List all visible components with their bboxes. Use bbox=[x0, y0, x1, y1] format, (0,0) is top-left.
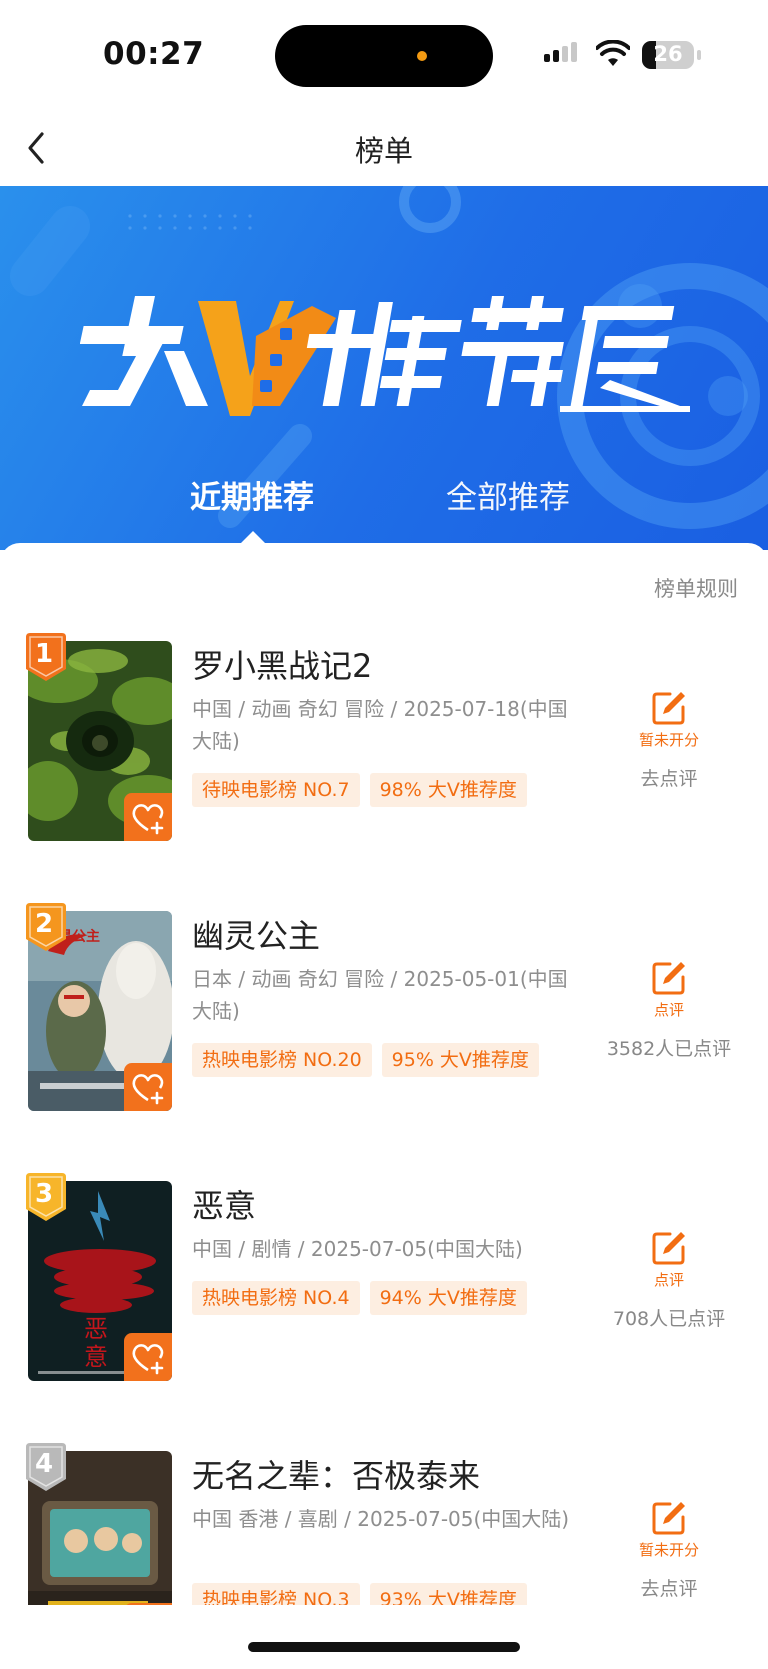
movie-meta: 中国 / 动画 奇幻 冒险 / 2025-07-18(中国大陆) bbox=[192, 697, 568, 753]
nav-bar: 榜单 bbox=[0, 110, 768, 186]
svg-text:意: 意 bbox=[84, 1343, 108, 1371]
rate-button[interactable]: 点评 708人已点评 bbox=[600, 1229, 738, 1331]
banner: 近期推荐 全部推荐 bbox=[0, 186, 768, 550]
rate-button[interactable]: 暂未开分 去点评 bbox=[600, 1499, 738, 1601]
recommend-tag: 98% 大V推荐度 bbox=[369, 773, 527, 807]
status-bar: 00:27 26 bbox=[0, 0, 768, 110]
edit-icon bbox=[652, 1502, 685, 1535]
rank-badge: 1 bbox=[24, 633, 68, 681]
tab-recent[interactable]: 近期推荐 bbox=[190, 472, 314, 517]
heart-plus-icon[interactable] bbox=[124, 1063, 172, 1111]
tag-row: 热映电影榜 NO.4 94% 大V推荐度 bbox=[192, 1281, 537, 1315]
rank-badge: 3 bbox=[24, 1173, 68, 1221]
dynamic-island bbox=[275, 25, 493, 87]
rate-count: 3582人已点评 bbox=[606, 1038, 732, 1060]
movie-meta: 中国 香港 / 喜剧 / 2025-07-05(中国大陆) bbox=[192, 1507, 570, 1531]
movie-meta: 中国 / 剧情 / 2025-07-05(中国大陆) bbox=[192, 1237, 523, 1261]
tab-active-indicator bbox=[241, 531, 265, 543]
chart-rank-tag: 热映电影榜 NO.3 bbox=[192, 1583, 360, 1605]
chart-rank-tag: 热映电影榜 NO.20 bbox=[192, 1043, 372, 1077]
rank-badge: 4 bbox=[24, 1443, 68, 1491]
home-indicator[interactable] bbox=[248, 1642, 520, 1652]
recommend-tag: 95% 大V推荐度 bbox=[381, 1043, 539, 1077]
tab-all[interactable]: 全部推荐 bbox=[446, 472, 570, 517]
movie-title[interactable]: 恶意 bbox=[192, 1181, 256, 1227]
heart-plus-icon[interactable] bbox=[124, 793, 172, 841]
tag-row: 热映电影榜 NO.20 95% 大V推荐度 bbox=[192, 1043, 549, 1077]
battery-level: 26 bbox=[653, 42, 683, 66]
banner-tabs: 近期推荐 全部推荐 bbox=[0, 472, 768, 532]
rank-number: 3 bbox=[34, 1179, 54, 1209]
page-title: 榜单 bbox=[354, 134, 413, 168]
recording-dot bbox=[417, 51, 427, 61]
chart-rank-tag: 热映电影榜 NO.4 bbox=[192, 1281, 360, 1315]
rate-count: 去点评 bbox=[640, 1578, 698, 1600]
movie-title[interactable]: 罗小黑战记2 bbox=[192, 641, 372, 687]
list-item[interactable]: 1 罗小黑战记2 中国 / 动画 奇幻 冒险 / 2025-07-18(中国大陆… bbox=[0, 633, 768, 871]
rank-number: 1 bbox=[34, 639, 54, 669]
rate-count: 去点评 bbox=[640, 768, 698, 790]
recommend-tag: 94% 大V推荐度 bbox=[369, 1281, 527, 1315]
rules-link[interactable]: 榜单规则 bbox=[654, 573, 738, 603]
movie-title[interactable]: 无名之辈：否极泰来 bbox=[192, 1451, 480, 1497]
rate-count: 708人已点评 bbox=[612, 1308, 726, 1330]
heart-plus-icon[interactable] bbox=[124, 1333, 172, 1381]
edit-icon bbox=[652, 1232, 685, 1265]
list-item[interactable]: 幽灵公主 2 幽灵公主 日本 / 动画 奇幻 冒险 / 2025-05-01(中… bbox=[0, 903, 768, 1141]
wifi-icon bbox=[596, 40, 630, 66]
battery-icon: 26 bbox=[642, 41, 694, 69]
rank-number: 4 bbox=[34, 1449, 54, 1479]
heart-plus-icon[interactable] bbox=[124, 1603, 172, 1605]
status-time: 00:27 bbox=[103, 36, 205, 72]
chart-rank-tag: 待映电影榜 NO.7 bbox=[192, 773, 360, 807]
rate-button[interactable]: 点评 3582人已点评 bbox=[600, 959, 738, 1061]
list-item[interactable]: 恶 意 3 恶意 中国 / 剧情 / 2025-07-05(中国大陆) 热映电影… bbox=[0, 1173, 768, 1411]
edit-icon bbox=[652, 692, 685, 725]
recommend-tag: 93% 大V推荐度 bbox=[369, 1583, 527, 1605]
edit-icon bbox=[652, 962, 685, 995]
rate-label: 点评 bbox=[653, 1001, 684, 1019]
list-item[interactable]: 4 无名之辈：否极泰来 中国 香港 / 喜剧 / 2025-07-05(中国大陆… bbox=[0, 1443, 768, 1605]
movie-title[interactable]: 幽灵公主 bbox=[192, 911, 320, 957]
rate-label: 暂未开分 bbox=[638, 731, 699, 749]
banner-logo bbox=[80, 296, 690, 416]
ranking-list: 榜单规则 1 罗小黑战记2 中国 / 动画 奇幻 冒险 / 2025-07-18… bbox=[0, 543, 768, 1605]
svg-text:恶: 恶 bbox=[84, 1315, 108, 1343]
movie-meta: 日本 / 动画 奇幻 冒险 / 2025-05-01(中国大陆) bbox=[192, 967, 568, 1023]
rate-label: 点评 bbox=[653, 1271, 684, 1289]
tag-row: 热映电影榜 NO.3 93% 大V推荐度 bbox=[192, 1583, 537, 1605]
rate-label: 暂未开分 bbox=[638, 1541, 699, 1559]
rate-button[interactable]: 暂未开分 去点评 bbox=[600, 689, 738, 791]
rank-badge: 2 bbox=[24, 903, 68, 951]
rank-number: 2 bbox=[34, 909, 54, 939]
tag-row: 待映电影榜 NO.7 98% 大V推荐度 bbox=[192, 773, 537, 807]
